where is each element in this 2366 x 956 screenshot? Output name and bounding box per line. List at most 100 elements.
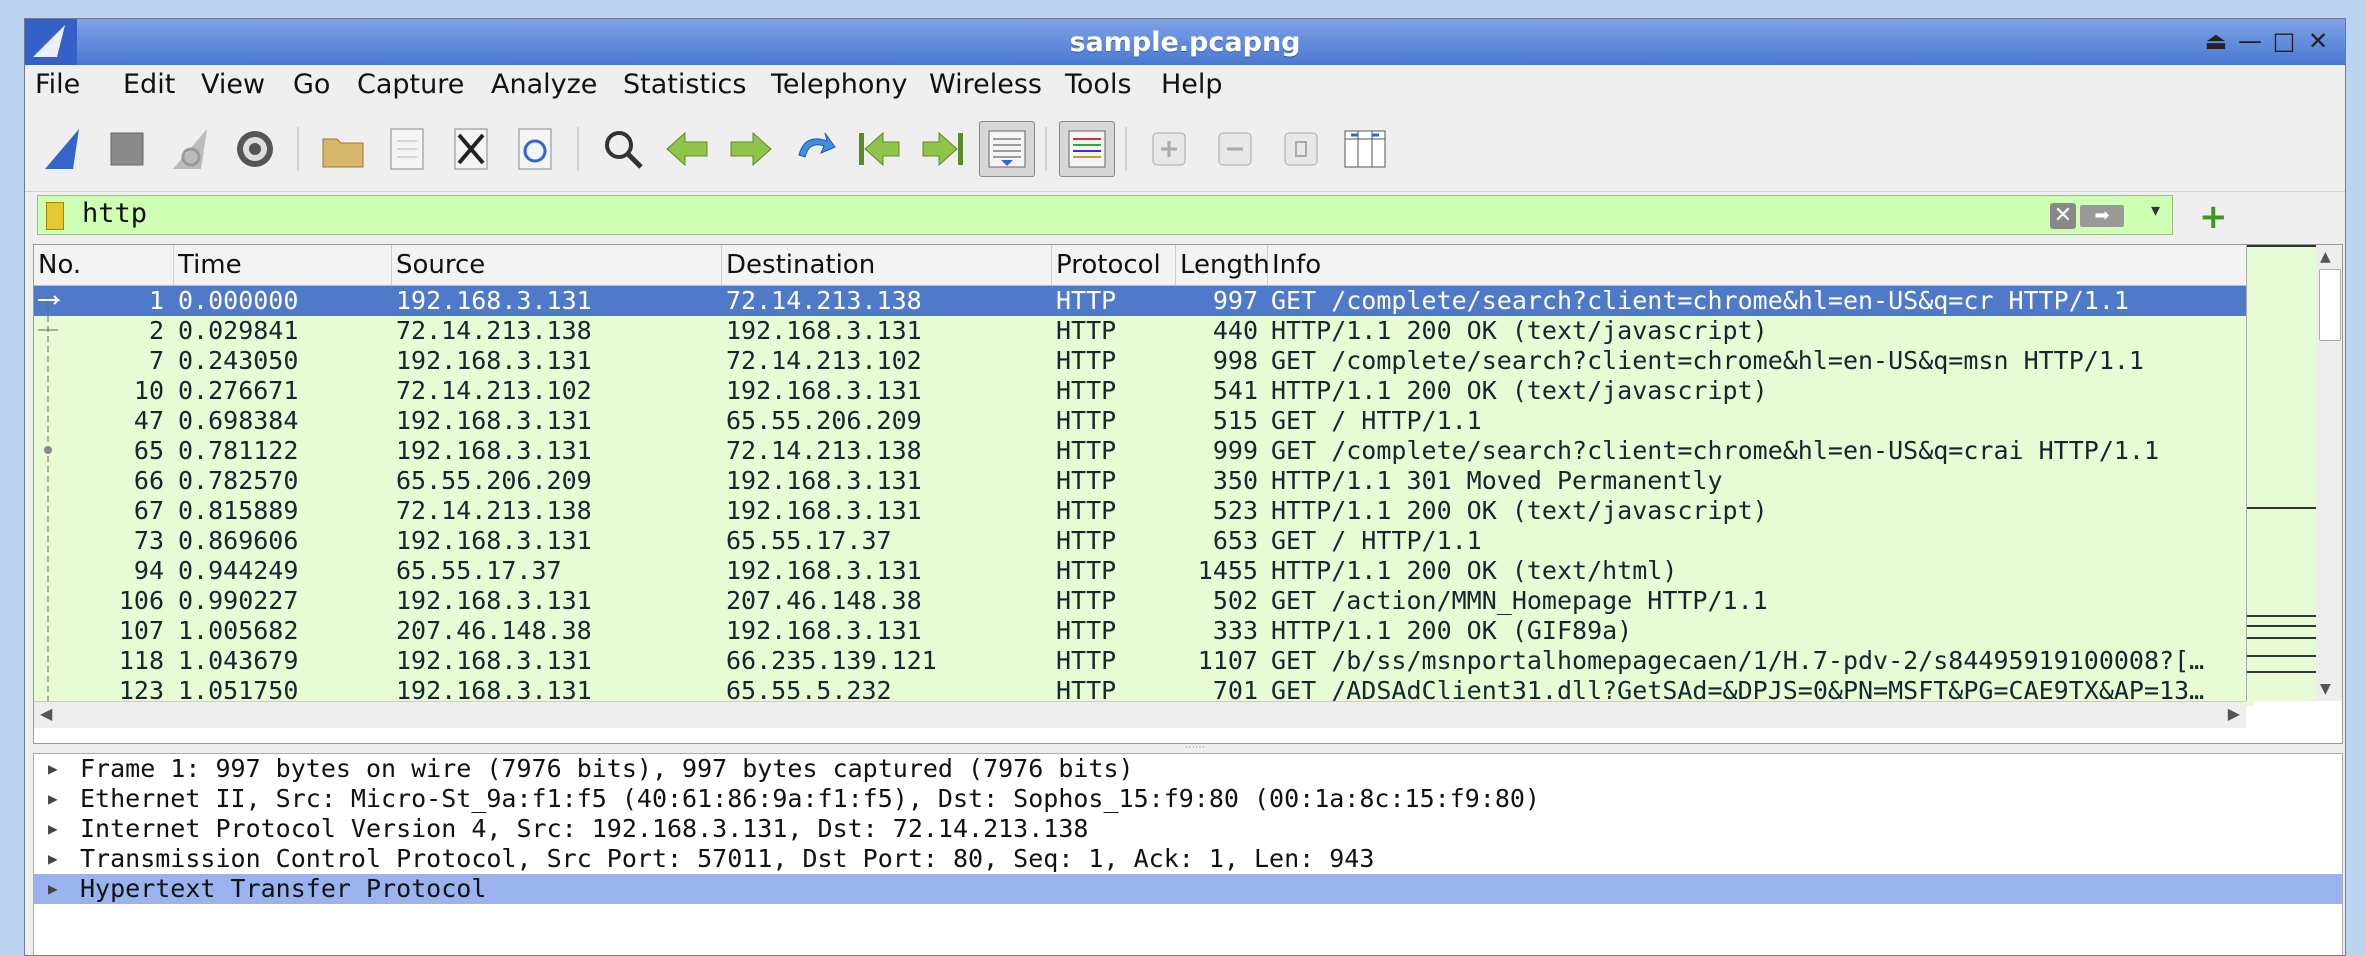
first-packet-icon[interactable]	[851, 121, 907, 177]
packet-row[interactable]: 2 0.029841 72.14.213.138 192.168.3.131 HTTP 4…	[34, 316, 2254, 346]
open-file-icon[interactable]	[315, 121, 371, 177]
packet-row[interactable]: 47 0.698384 192.168.3.131 65.55.206.209 HTTP…	[34, 406, 2254, 436]
packet-list-vertical-scrollbar[interactable]: ▲ ▼	[2316, 245, 2342, 701]
detail-tree-item[interactable]: ▶ Ethernet II, Src: Micro-St_9a:f1:f5 (40…	[34, 784, 2342, 814]
capture-options-icon[interactable]	[227, 121, 283, 177]
menu-analyze[interactable]: Analyze	[491, 69, 597, 100]
menu-capture[interactable]: Capture	[357, 69, 464, 100]
packet-minimap[interactable]	[2246, 245, 2317, 701]
reload-file-icon[interactable]	[507, 121, 563, 177]
packet-source: 72.14.213.138	[396, 316, 592, 345]
packet-time: 0.869606	[178, 526, 299, 555]
column-header-protocol[interactable]: Protocol	[1052, 245, 1176, 285]
packet-row[interactable]: 67 0.815889 72.14.213.138 192.168.3.131 HTTP…	[34, 496, 2254, 526]
packet-source: 192.168.3.131	[396, 586, 592, 615]
packet-list-horizontal-scrollbar[interactable]: ◀ ▶	[34, 701, 2246, 728]
save-file-icon[interactable]	[379, 121, 435, 177]
packet-time: 0.990227	[178, 586, 299, 615]
maximize-window-button[interactable]: □	[2269, 26, 2299, 56]
go-back-icon[interactable]	[659, 121, 715, 177]
packet-destination: 72.14.213.138	[726, 286, 922, 315]
zoom-out-icon[interactable]	[1207, 121, 1263, 177]
add-filter-button-icon[interactable]: +	[2199, 197, 2228, 237]
apply-filter-icon[interactable]: ➡	[2080, 205, 2124, 227]
detail-tree-item[interactable]: ▶ Internet Protocol Version 4, Src: 192.1…	[34, 814, 2342, 844]
menu-statistics[interactable]: Statistics	[623, 69, 746, 100]
related-packets-indicator	[38, 295, 61, 706]
last-packet-icon[interactable]	[915, 121, 971, 177]
normal-size-icon[interactable]	[1273, 121, 1329, 177]
packet-number: 66	[133, 466, 164, 495]
packet-number: 65	[133, 436, 164, 465]
pane-splitter[interactable]: ⋯⋯	[1185, 743, 1225, 753]
column-header-info[interactable]: Info	[1268, 245, 2254, 285]
bookmark-icon[interactable]	[46, 202, 64, 230]
packet-length: 440	[1212, 316, 1258, 345]
packet-time: 1.005682	[178, 616, 299, 645]
packet-destination: 192.168.3.131	[726, 376, 922, 405]
column-header-destination[interactable]: Destination	[722, 245, 1052, 285]
column-header-time[interactable]: Time	[174, 245, 392, 285]
column-header-no[interactable]: No.	[34, 245, 174, 285]
expand-arrow-icon[interactable]: ▶	[48, 844, 58, 874]
menu-edit[interactable]: Edit	[123, 69, 175, 100]
title-bar[interactable]: sample.pcapng ⏏ — □ ✕	[25, 19, 2345, 65]
resize-columns-icon[interactable]	[1337, 121, 1393, 177]
packet-length: 653	[1212, 526, 1258, 555]
colorize-icon[interactable]	[1059, 121, 1115, 177]
detail-tree-item[interactable]: ▶ Hypertext Transfer Protocol	[34, 874, 2342, 904]
restart-capture-icon[interactable]	[163, 121, 219, 177]
menu-file[interactable]: File	[35, 69, 80, 100]
go-to-packet-icon[interactable]	[787, 121, 843, 177]
packet-row[interactable]: 73 0.869606 192.168.3.131 65.55.17.37 HTTP 65…	[34, 526, 2254, 556]
menu-telephony[interactable]: Telephony	[771, 69, 908, 100]
expand-arrow-icon[interactable]: ▶	[48, 754, 58, 784]
expand-arrow-icon[interactable]: ▶	[48, 814, 58, 844]
packet-length: 350	[1212, 466, 1258, 495]
packet-row[interactable]: 66 0.782570 65.55.206.209 192.168.3.131 HTTP…	[34, 466, 2254, 496]
packet-number: 10	[133, 376, 164, 405]
display-filter-input[interactable]: http	[82, 198, 147, 229]
shade-window-button[interactable]: ⏏	[2201, 26, 2231, 56]
detail-tree-label: Transmission Control Protocol, Src Port:…	[80, 844, 1375, 873]
expand-arrow-icon[interactable]: ▶	[48, 784, 58, 814]
menu-go[interactable]: Go	[293, 69, 330, 100]
column-header-length[interactable]: Length	[1176, 245, 1270, 285]
packet-row[interactable]: 10 0.276671 72.14.213.102 192.168.3.131 HTTP…	[34, 376, 2254, 406]
stop-capture-icon[interactable]	[99, 121, 155, 177]
packet-row[interactable]: 118 1.043679 192.168.3.131 66.235.139.121 HT…	[34, 646, 2254, 676]
packet-number: 118	[118, 646, 164, 675]
packet-length: 502	[1212, 586, 1258, 615]
start-capture-icon[interactable]	[35, 121, 91, 177]
packet-row[interactable]: 65 0.781122 192.168.3.131 72.14.213.138 HTTP…	[34, 436, 2254, 466]
menu-view[interactable]: View	[201, 69, 265, 100]
packet-length: 541	[1212, 376, 1258, 405]
minimize-window-button[interactable]: —	[2235, 26, 2265, 56]
packet-row[interactable]: 7 0.243050 192.168.3.131 72.14.213.102 HTTP 9…	[34, 346, 2254, 376]
packet-info: GET / HTTP/1.1	[1271, 526, 1482, 555]
detail-tree-item[interactable]: ▶ Transmission Control Protocol, Src Port…	[34, 844, 2342, 874]
detail-tree-item[interactable]: ▶ Frame 1: 997 bytes on wire (7976 bits),…	[34, 754, 2342, 784]
close-window-button[interactable]: ✕	[2303, 26, 2333, 56]
packet-length: 998	[1212, 346, 1258, 375]
packet-length: 997	[1212, 286, 1258, 315]
packet-row[interactable]: 1 0.000000 192.168.3.131 72.14.213.138 HTTP 9…	[34, 286, 2254, 316]
go-forward-icon[interactable]	[723, 121, 779, 177]
clear-filter-icon[interactable]: ✕	[2050, 203, 2076, 229]
column-header-source[interactable]: Source	[392, 245, 722, 285]
packet-row[interactable]: 107 1.005682 207.46.148.38 192.168.3.131 HTT…	[34, 616, 2254, 646]
packet-number: 1	[148, 286, 164, 315]
packet-destination: 72.14.213.102	[726, 346, 922, 375]
menu-tools[interactable]: Tools	[1065, 69, 1132, 100]
find-packet-icon[interactable]	[595, 121, 651, 177]
autoscroll-icon[interactable]	[979, 121, 1035, 177]
expand-arrow-icon[interactable]: ▶	[48, 874, 58, 904]
packet-row[interactable]: 94 0.944249 65.55.17.37 192.168.3.131 HTTP 14…	[34, 556, 2254, 586]
filter-history-dropdown-icon[interactable]: ▾	[2151, 200, 2160, 221]
menu-help[interactable]: Help	[1161, 69, 1223, 100]
menu-wireless[interactable]: Wireless	[929, 69, 1042, 100]
packet-row[interactable]: 106 0.990227 192.168.3.131 207.46.148.38 HTT…	[34, 586, 2254, 616]
close-file-icon[interactable]	[443, 121, 499, 177]
packet-time: 0.698384	[178, 406, 299, 435]
zoom-in-icon[interactable]	[1141, 121, 1197, 177]
